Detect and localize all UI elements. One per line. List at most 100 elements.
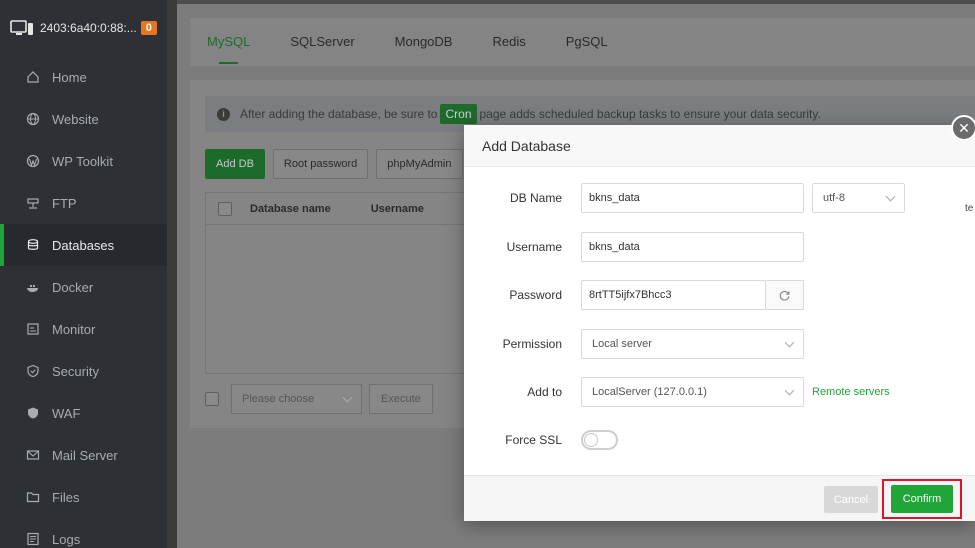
cancel-button[interactable]: Cancel [824,486,878,513]
sidebar-item-website[interactable]: Website [0,98,167,140]
sidebar-item-label: WP Toolkit [52,153,113,169]
add-to-label: Add to [527,385,562,399]
sidebar-item-databases[interactable]: Databases [0,224,167,266]
tab-sqlserver[interactable]: SQLServer [290,18,354,66]
force-ssl-row: Force SSL [464,425,975,455]
sidebar-item-label: WAF [52,405,81,421]
alert-text-after: page adds scheduled backup tasks to ensu… [479,107,821,121]
sidebar-item-mail-server[interactable]: Mail Server [0,434,167,476]
alert-text-before: After adding the database, be sure to [240,107,438,121]
database-icon [26,238,40,252]
chevron-down-icon [784,337,795,347]
chevron-down-icon [784,385,795,395]
ftp-icon [26,196,40,210]
column-username: Username [370,202,424,215]
regenerate-password-button[interactable] [766,280,804,310]
bulk-actions: Please choose Execute [205,384,433,414]
home-icon [26,70,40,84]
tab-mysql[interactable]: MySQL [207,18,250,66]
username-row: Username bkns_data [464,232,975,262]
chevron-down-icon [885,191,896,201]
logs-icon [26,532,40,546]
sidebar-item-logs[interactable]: Logs [0,518,167,548]
sidebar-nav: Home Website WP Toolkit FTP Databases Do… [0,56,167,548]
sidebar-item-waf[interactable]: WAF [0,392,167,434]
db-name-row: DB Name bkns_data utf-8 [464,183,975,213]
add-db-button[interactable]: Add DB [205,149,265,179]
globe-icon [26,112,40,126]
cron-link[interactable]: Cron [440,104,477,124]
mail-icon [26,448,40,462]
close-icon: ✕ [958,119,970,136]
force-ssl-label: Force SSL [505,433,562,447]
sidebar-item-label: Docker [52,279,94,295]
add-database-dialog: Add Database DB Name bkns_data utf-8 Use… [464,125,975,521]
tab-mongodb[interactable]: MongoDB [395,18,453,66]
folder-icon [26,490,40,504]
charset-select[interactable]: utf-8 [812,183,905,213]
sidebar: 2403:6a40:0:88:... 0 Home Website WP Too… [0,0,167,548]
phpmyadmin-button[interactable]: phpMyAdmin [376,149,463,179]
execute-button[interactable]: Execute [369,384,433,414]
wordpress-icon [26,154,40,168]
sidebar-item-ftp[interactable]: FTP [0,182,167,224]
server-header[interactable]: 2403:6a40:0:88:... 0 [0,0,167,56]
sidebar-item-label: Home [52,69,87,85]
monitor-icon [10,20,34,36]
tab-pgsql[interactable]: PgSQL [566,18,608,66]
confirm-highlight-box: Confirm [882,479,962,519]
remote-servers-link[interactable]: Remote servers [812,386,890,398]
shield-icon [26,364,40,378]
sidebar-item-wp-toolkit[interactable]: WP Toolkit [0,140,167,182]
sidebar-item-home[interactable]: Home [0,56,167,98]
username-label: Username [506,240,562,254]
sidebar-item-docker[interactable]: Docker [0,266,167,308]
permission-row: Permission Local server [464,329,975,359]
confirm-button[interactable]: Confirm [891,485,953,513]
select-all-checkbox[interactable] [218,201,232,216]
sidebar-scrollbar[interactable] [167,0,177,548]
top-bar [177,0,975,4]
dialog-footer: Cancel Confirm [464,475,975,521]
toggle-knob [584,433,598,447]
sidebar-item-label: Files [52,489,80,505]
clipped-column-edge: te [965,203,974,214]
sidebar-item-label: Website [52,111,99,127]
root-password-button[interactable]: Root password [272,149,369,179]
sidebar-item-monitor[interactable]: Monitor [0,308,167,350]
add-to-row: Add to LocalServer (127.0.0.1) Remote se… [464,377,975,407]
refresh-icon [779,290,790,301]
bulk-action-placeholder: Please choose [242,393,315,405]
table-header: Database name Username [206,193,464,225]
sidebar-item-label: Monitor [52,321,96,337]
dialog-title: Add Database [464,125,975,167]
password-input[interactable]: 8rtTT5ijfx7Bhcc3 [581,280,766,310]
alert-count-badge[interactable]: 0 [140,21,157,35]
sidebar-item-label: Databases [52,237,115,253]
bulk-checkbox[interactable] [205,392,219,406]
username-input[interactable]: bkns_data [581,232,804,262]
db-name-input[interactable]: bkns_data [581,183,804,213]
bulk-action-select[interactable]: Please choose [231,384,362,414]
add-to-select[interactable]: LocalServer (127.0.0.1) [581,377,804,407]
monitor-icon [26,322,40,336]
info-icon: i [217,107,230,121]
tab-redis[interactable]: Redis [492,18,525,66]
charset-value: utf-8 [823,192,846,204]
permission-label: Permission [502,337,562,351]
add-to-value: LocalServer (127.0.0.1) [592,386,707,398]
sidebar-item-files[interactable]: Files [0,476,167,518]
database-tabs: MySQL SQLServer MongoDB Redis PgSQL [190,18,975,66]
sidebar-item-security[interactable]: Security [0,350,167,392]
close-dialog-button[interactable]: ✕ [951,115,975,141]
permission-value: Local server [592,338,652,350]
column-database-name: Database name [250,202,331,215]
permission-select[interactable]: Local server [581,329,804,359]
sidebar-item-label: FTP [52,195,77,211]
sidebar-item-label: Mail Server [52,447,118,463]
password-row: Password 8rtTT5ijfx7Bhcc3 [464,280,975,310]
password-label: Password [509,288,562,302]
force-ssl-toggle[interactable] [581,430,618,450]
db-toolbar: Add DB Root password phpMyAdmin [205,149,471,179]
database-table: Database name Username [205,192,465,374]
